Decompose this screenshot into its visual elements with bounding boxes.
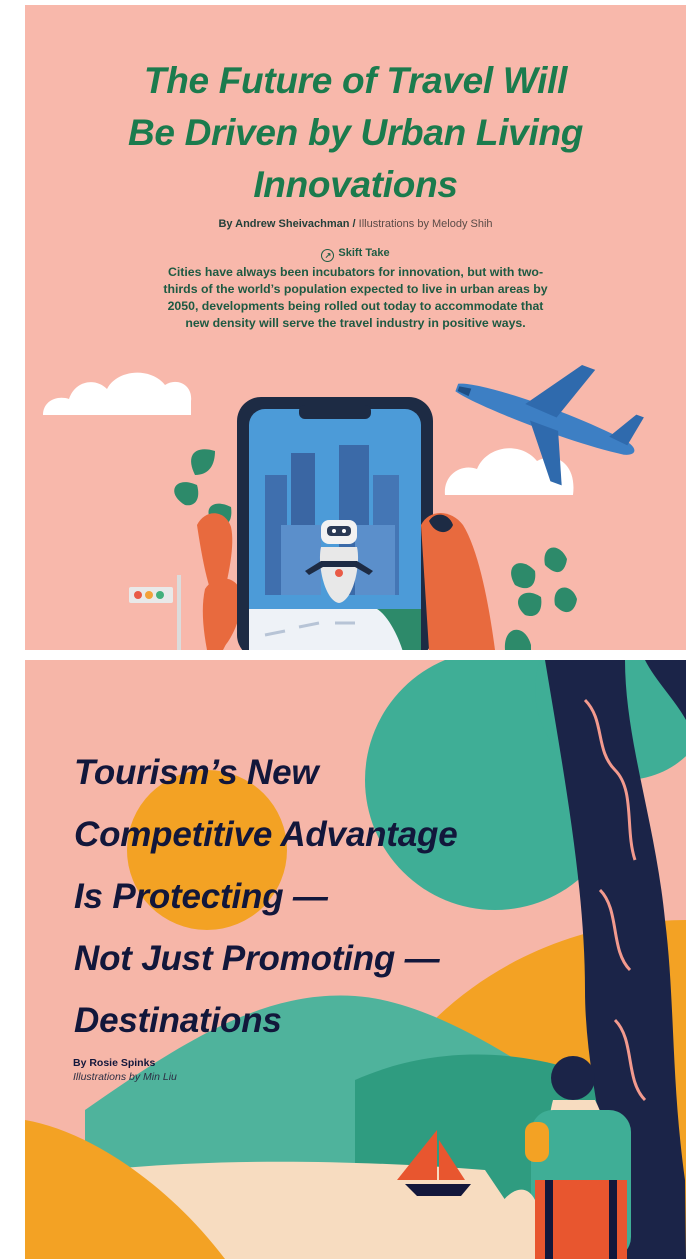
- title-line[interactable]: Is Protecting —: [74, 866, 457, 928]
- article-title[interactable]: Tourism’s New Competitive Advantage Is P…: [74, 742, 458, 1052]
- summary-line: thirds of the world’s population expecte…: [163, 282, 548, 296]
- author-name: By Rosie Spinks: [73, 1057, 156, 1069]
- title-line[interactable]: Innovations: [25, 159, 686, 211]
- summary-line: Cities have always been incubators for i…: [167, 265, 544, 279]
- title-line[interactable]: Competitive Advantage: [74, 804, 458, 866]
- author-name: By Andrew Sheivachman /: [218, 218, 356, 230]
- hand-right-thumb: [421, 513, 495, 650]
- article-card-urban-travel[interactable]: The Future of Travel Will Be Driven by U…: [25, 5, 686, 650]
- plant-left: [174, 449, 232, 527]
- article-title[interactable]: The Future of Travel Will Be Driven by U…: [25, 55, 686, 211]
- title-line[interactable]: Not Just Promoting —: [74, 928, 457, 990]
- title-line[interactable]: Destinations: [74, 990, 457, 1052]
- traffic-light: [129, 575, 181, 650]
- illustrator-credit: Illustrations by Melody Shih: [358, 218, 493, 230]
- skift-take-label: ↗ Skift Take: [25, 247, 686, 262]
- summary-line: new density will serve the travel indust…: [185, 316, 526, 330]
- skift-take-text: Skift Take: [338, 247, 390, 259]
- title-line[interactable]: Be Driven by Urban Living: [25, 107, 686, 159]
- hand-left-fingers: [202, 578, 242, 650]
- byline: By Rosie Spinks Illustrations by Min Liu: [73, 1057, 177, 1083]
- byline: By Andrew Sheivachman / Illustrations by…: [25, 218, 686, 230]
- summary-line: 2050, developments being rolled out toda…: [167, 299, 544, 313]
- illustrator-credit: Illustrations by Min Liu: [73, 1071, 177, 1083]
- plant-right: [504, 547, 577, 650]
- title-line[interactable]: Tourism’s New: [74, 742, 457, 804]
- skift-take-icon: ↗: [321, 249, 335, 262]
- article-card-tourism[interactable]: Tourism’s New Competitive Advantage Is P…: [25, 660, 686, 1259]
- article-summary: Cities have always been incubators for i…: [105, 264, 606, 332]
- cloud-left: [43, 372, 192, 415]
- title-line[interactable]: The Future of Travel Will: [25, 55, 686, 107]
- smartphone: [237, 397, 433, 650]
